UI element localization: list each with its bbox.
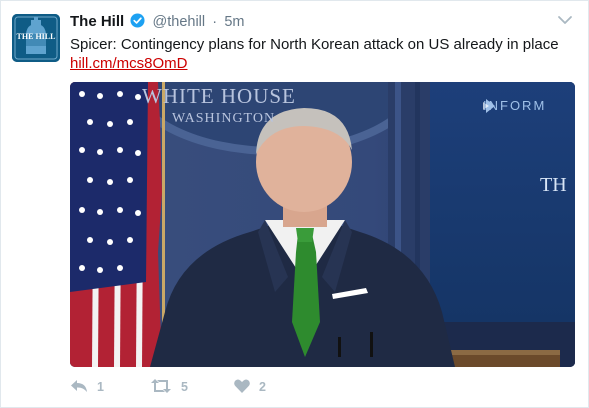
avatar[interactable]: THE HILL (12, 14, 60, 62)
reply-count: 1 (97, 380, 104, 394)
reply-icon (70, 379, 97, 396)
tweet-media[interactable]: WHITE HOUSE WASHINGTON INFORM TH (70, 82, 575, 367)
tweet-text: Spicer: Contingency plans for North Kore… (70, 36, 559, 53)
retweet-button[interactable]: 5 (150, 377, 188, 397)
author-name[interactable]: The Hill (70, 13, 124, 30)
author-handle[interactable]: @thehill (153, 14, 206, 30)
retweet-icon (150, 378, 181, 396)
tweet-link[interactable]: hill.cm/mcs8OmD (70, 54, 188, 74)
tweet-card[interactable]: THE HILL The Hill @thehill · 5m Spicer: … (0, 0, 589, 408)
tweet-actions: 1 5 2 (70, 377, 370, 397)
verified-badge-icon (130, 13, 145, 33)
like-count: 2 (259, 380, 266, 394)
avatar-text: THE HILL (16, 32, 56, 41)
like-button[interactable]: 2 (234, 377, 266, 397)
chevron-down-icon[interactable] (557, 13, 573, 25)
media-image (70, 82, 575, 367)
tweet-header: The Hill @thehill · 5m (70, 13, 244, 33)
retweet-count: 5 (181, 380, 188, 394)
separator-dot: · (212, 14, 218, 30)
heart-icon (234, 378, 259, 396)
timestamp[interactable]: 5m (224, 14, 244, 30)
reply-button[interactable]: 1 (70, 377, 104, 397)
